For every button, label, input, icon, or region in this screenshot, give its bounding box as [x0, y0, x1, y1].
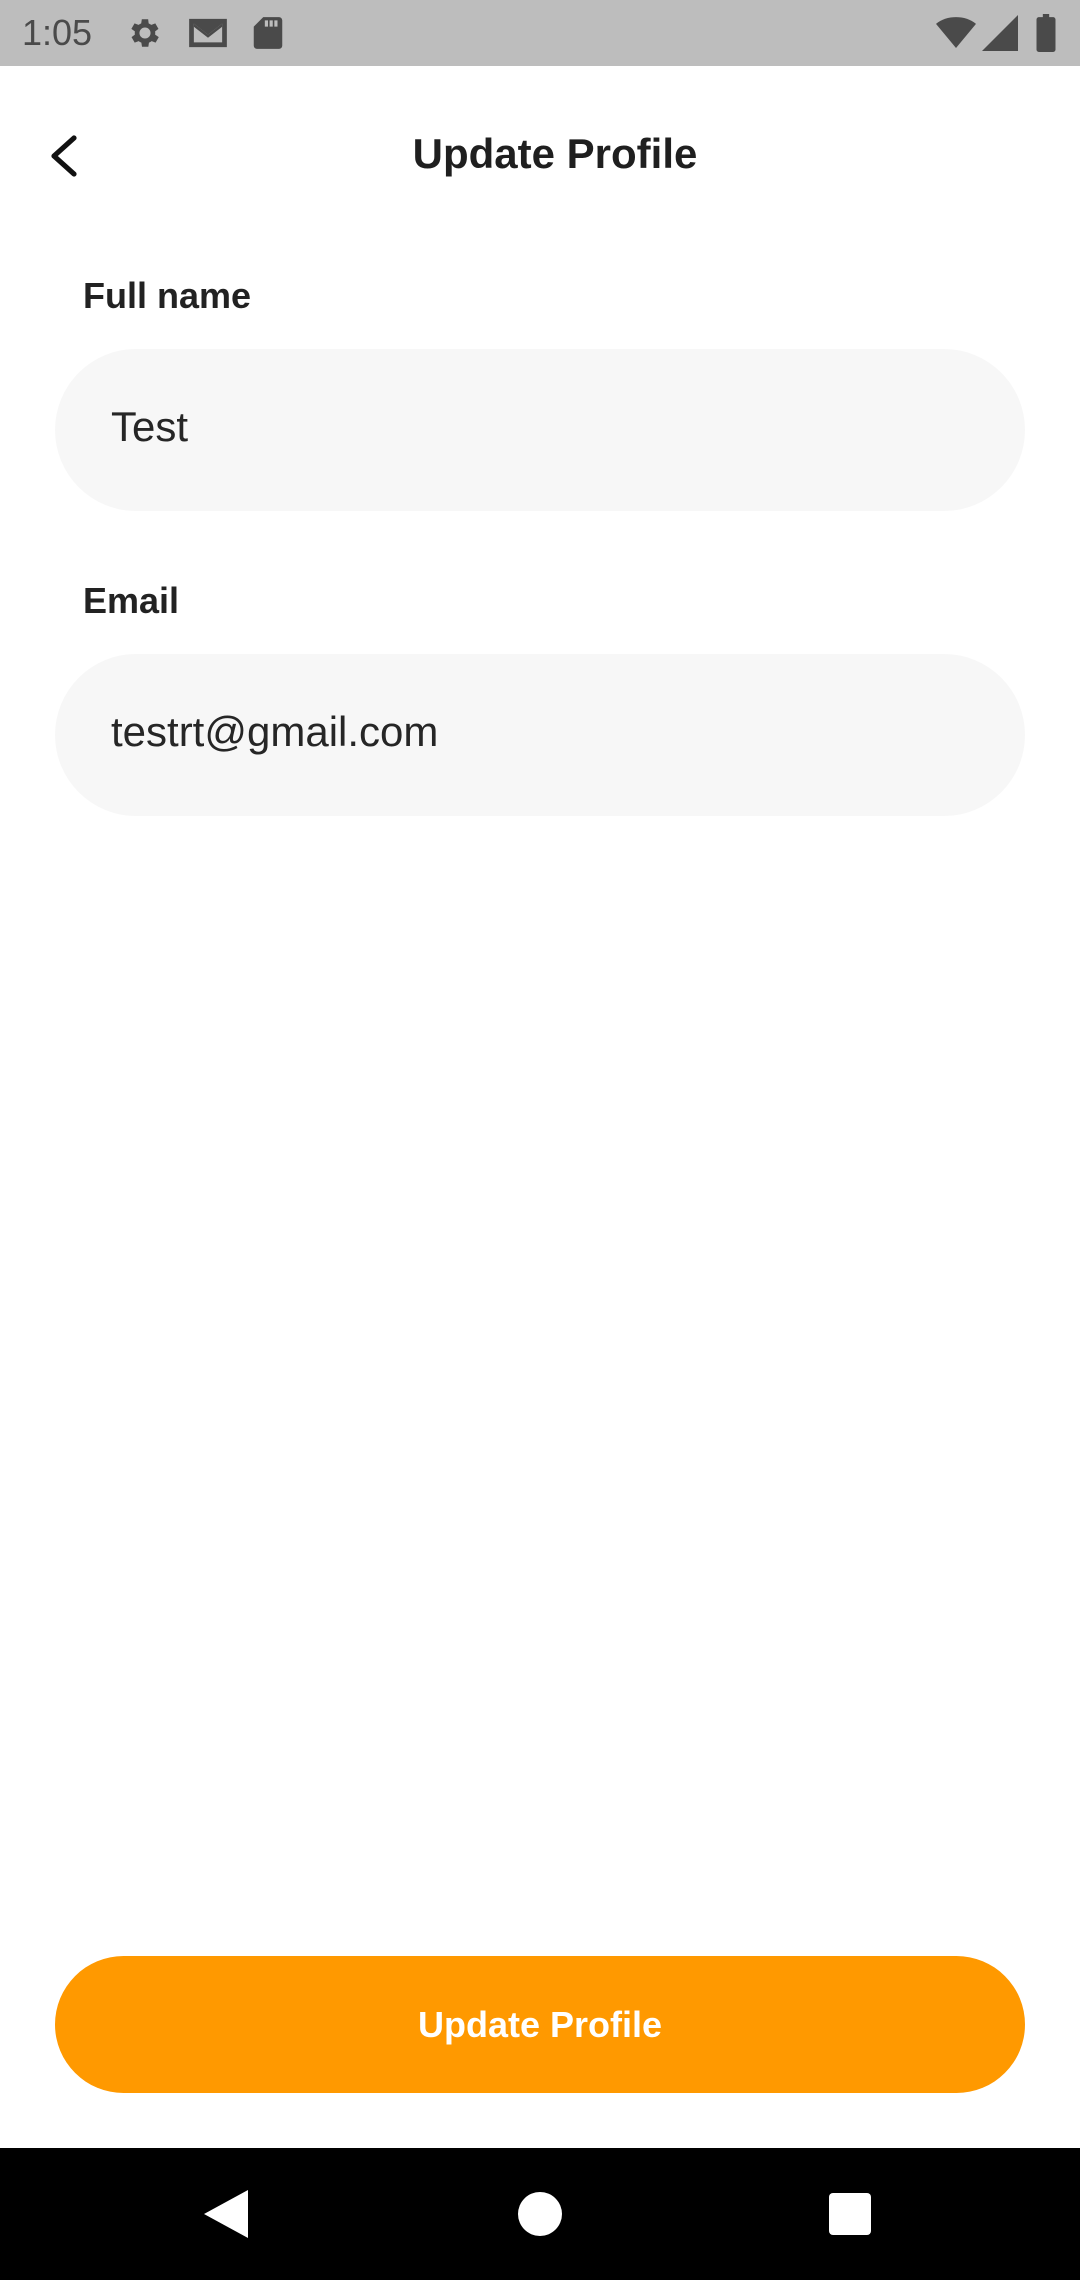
battery-icon [1036, 14, 1056, 52]
home-circle-icon [518, 2192, 562, 2236]
status-bar: 1:05 [0, 0, 1080, 66]
page-title: Update Profile [412, 130, 698, 177]
recents-square-icon [829, 2193, 871, 2235]
wifi-icon [936, 17, 976, 48]
update-profile-screen: 1:05 Update Profile Full name Test Email… [0, 0, 1080, 2280]
cell-signal-icon [982, 15, 1018, 51]
full-name-field[interactable] [55, 349, 1025, 511]
email-field[interactable] [55, 654, 1025, 816]
gear-icon [131, 19, 159, 47]
full-name-input[interactable] [111, 403, 969, 451]
update-profile-button[interactable]: Update Profile [55, 1956, 1025, 2093]
nav-back-button[interactable] [190, 2178, 262, 2250]
nav-recents-button[interactable] [814, 2178, 886, 2250]
full-name-label: Full name [83, 275, 252, 316]
nav-home-button[interactable] [504, 2178, 576, 2250]
sd-card-icon [253, 17, 283, 49]
system-nav-bar [0, 2148, 1080, 2280]
app-bar: Update Profile [0, 66, 1080, 256]
back-triangle-icon [204, 2190, 248, 2238]
email-label: Email [83, 580, 180, 621]
gmail-icon [189, 18, 227, 48]
email-input[interactable] [111, 708, 969, 756]
update-profile-button-label: Update Profile [417, 2003, 663, 2045]
status-time: 1:05 [22, 12, 93, 53]
